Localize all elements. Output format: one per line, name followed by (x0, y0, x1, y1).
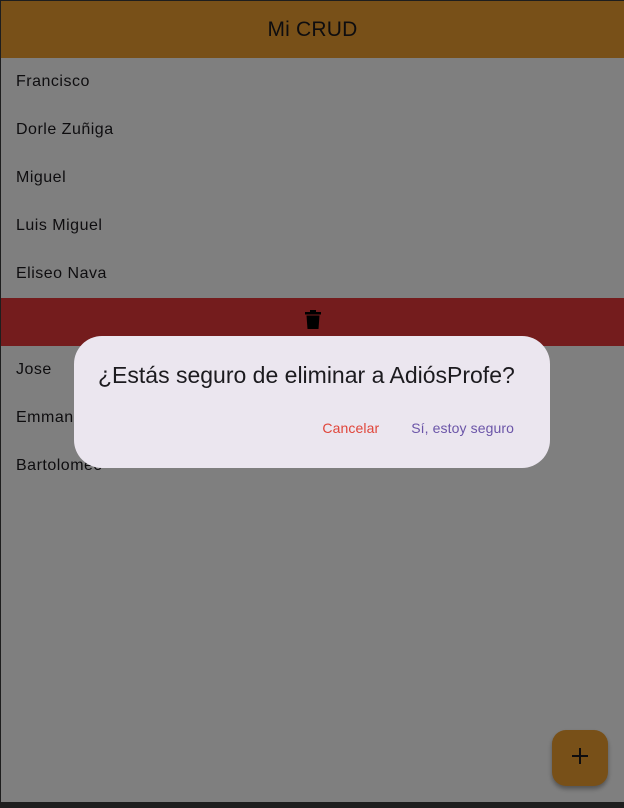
app-screen: Mi CRUD Francisco Dorle Zuñiga Miguel Lu… (1, 1, 624, 802)
confirm-delete-button[interactable]: Sí, estoy seguro (399, 414, 526, 442)
system-nav-bar (0, 802, 624, 808)
delete-confirm-dialog: ¿Estás seguro de eliminar a AdiósProfe? … (74, 336, 550, 468)
dialog-actions: Cancelar Sí, estoy seguro (310, 414, 526, 442)
cancel-button[interactable]: Cancelar (310, 414, 391, 442)
dialog-title: ¿Estás seguro de eliminar a AdiósProfe? (98, 362, 515, 388)
